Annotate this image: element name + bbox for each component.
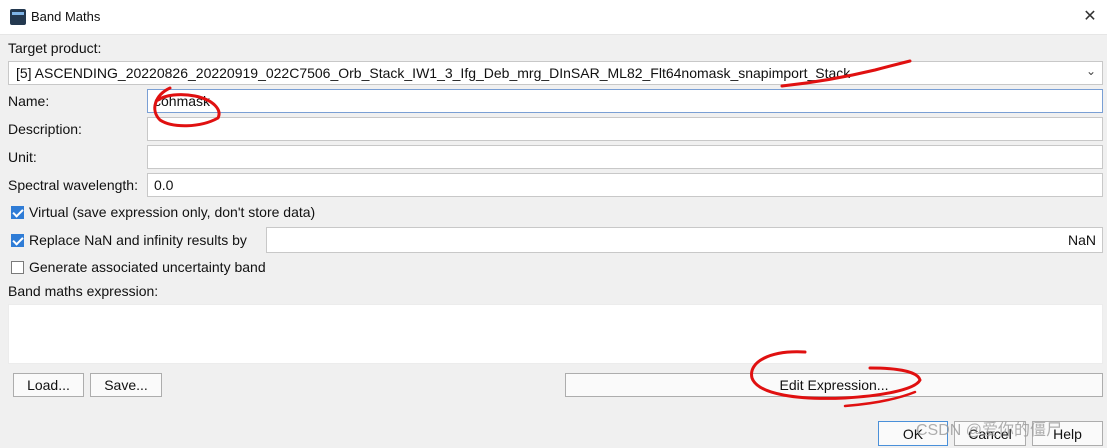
band-maths-dialog: Band Maths ✕ Target product: [5] ASCENDI… — [0, 0, 1107, 448]
target-product-select[interactable]: [5] ASCENDING_20220826_20220919_022C7506… — [8, 61, 1103, 85]
chevron-down-icon: ⌄ — [1085, 64, 1096, 78]
app-icon-bar — [12, 12, 24, 15]
unit-input[interactable] — [147, 145, 1103, 169]
load-button[interactable]: Load... — [13, 373, 84, 397]
virtual-label: Virtual (save expression only, don't sto… — [29, 204, 316, 220]
spectral-wavelength-input[interactable]: 0.0 — [147, 173, 1103, 197]
save-button[interactable]: Save... — [90, 373, 162, 397]
name-input[interactable]: cohmask — [147, 89, 1103, 113]
target-product-label: Target product: — [8, 40, 102, 56]
virtual-checkbox[interactable] — [11, 206, 24, 219]
window-title: Band Maths — [31, 9, 101, 24]
uncertainty-label: Generate associated uncertainty band — [29, 259, 266, 275]
description-label: Description: — [8, 121, 82, 137]
expression-label: Band maths expression: — [8, 283, 159, 299]
target-product-value: [5] ASCENDING_20220826_20220919_022C7506… — [16, 65, 851, 81]
expression-textarea[interactable] — [8, 304, 1103, 364]
close-icon[interactable]: ✕ — [1079, 5, 1101, 27]
snap-app-icon — [10, 9, 26, 25]
replace-nan-checkbox[interactable] — [11, 234, 24, 247]
unit-label: Unit: — [8, 149, 37, 165]
replace-nan-label: Replace NaN and infinity results by — [29, 232, 247, 248]
spectral-wavelength-label: Spectral wavelength: — [8, 177, 138, 193]
title-bar: Band Maths ✕ — [0, 0, 1107, 35]
uncertainty-checkbox[interactable] — [11, 261, 24, 274]
replace-nan-value-input[interactable]: NaN — [266, 227, 1103, 253]
watermark: CSDN @爱你的僵尸 — [916, 422, 1063, 439]
edit-expression-button[interactable]: Edit Expression... — [565, 373, 1103, 397]
name-label: Name: — [8, 93, 50, 109]
description-input[interactable] — [147, 117, 1103, 141]
